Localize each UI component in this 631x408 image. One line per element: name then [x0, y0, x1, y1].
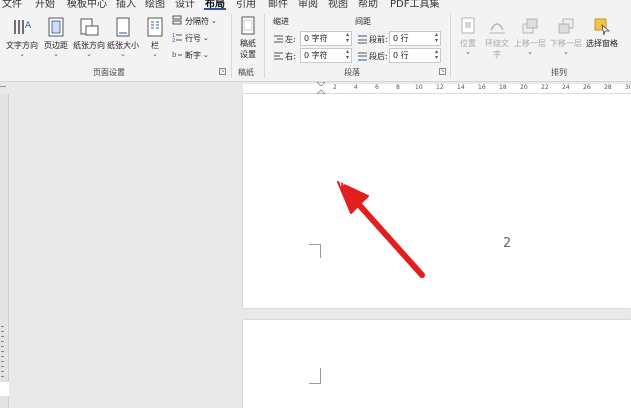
- margins-icon: [48, 17, 64, 37]
- bring-forward-icon: [522, 18, 538, 34]
- line-numbers-icon: 12: [172, 32, 182, 44]
- margins-button[interactable]: 页边距 ⌄: [40, 16, 72, 58]
- tab-template-center[interactable]: 模板中心: [67, 0, 107, 10]
- tab-review[interactable]: 审阅: [298, 0, 318, 10]
- position-icon: [461, 17, 475, 34]
- indent-left-label: 左:: [274, 34, 296, 45]
- wrap-text-button[interactable]: 环绕文 字: [482, 16, 512, 60]
- paragraph-launcher-icon[interactable]: ↘: [439, 68, 446, 75]
- group-divider: [231, 14, 232, 78]
- menu-bar: 文件 开始 模板中心 插入 绘图 设计 布局 引用 邮件 审阅 视图 帮助 PD…: [0, 0, 631, 10]
- page-number: 2: [503, 236, 512, 251]
- manuscript-icon: [241, 16, 255, 35]
- spacing-after-label: 段后:: [358, 51, 388, 62]
- svg-text:A: A: [25, 21, 32, 31]
- spacing-before-icon: [358, 35, 367, 44]
- wrap-text-icon: [489, 23, 505, 34]
- bring-forward-button[interactable]: 上移一层 ⌄: [512, 16, 548, 56]
- document-page[interactable]: 2: [243, 94, 631, 308]
- line-numbers-button[interactable]: 12 行号 ⌄: [172, 32, 209, 44]
- spinner-icon[interactable]: ▴ ▾: [346, 32, 349, 44]
- tab-mailings[interactable]: 邮件: [268, 0, 288, 10]
- document-page[interactable]: [243, 320, 631, 408]
- page-corner-mark: [309, 368, 321, 384]
- svg-text:2: 2: [172, 38, 175, 42]
- tab-insert[interactable]: 插入: [116, 0, 136, 10]
- selection-pane-icon: [594, 18, 611, 36]
- tab-file[interactable]: 文件: [2, 0, 22, 10]
- spacing-header: 间距: [355, 17, 371, 26]
- spacing-after-input[interactable]: 0 行 ▴ ▾: [389, 48, 441, 63]
- page-size-button[interactable]: 纸张大小 ⌄: [106, 16, 140, 58]
- ruler-area: 2 4 6 8 10 12 14 16 18 20 22 24 26 28 30: [0, 82, 631, 94]
- tab-pdf-tools[interactable]: PDF工具集: [390, 0, 439, 10]
- indent-right-label: 右:: [274, 51, 296, 62]
- spinner-icon[interactable]: ▴ ▾: [346, 49, 349, 61]
- spacing-after-icon: [358, 52, 367, 61]
- breaks-button[interactable]: 分隔符 ⌄: [172, 15, 217, 27]
- horizontal-ruler[interactable]: 2 4 6 8 10 12 14 16 18 20 22 24 26 28 30: [243, 84, 631, 93]
- tab-references[interactable]: 引用: [236, 0, 256, 10]
- position-button[interactable]: 位置 ⌄: [455, 16, 481, 56]
- hyphenation-icon: b: [172, 49, 182, 61]
- ribbon: A 文字方向 ⌄ 页边距 ⌄ 纸张方向 ⌄ 纸张大小 ⌄ 栏 ⌄ 分隔符 ⌄ 1…: [0, 10, 631, 82]
- text-direction-icon: A: [14, 20, 32, 34]
- orientation-button[interactable]: 纸张方向 ⌄: [72, 16, 106, 58]
- manuscript-group-label: 稿纸: [238, 68, 254, 77]
- spacing-before-input[interactable]: 0 行 ▴ ▾: [389, 31, 441, 46]
- page-size-icon: [116, 17, 130, 37]
- tab-view[interactable]: 视图: [328, 0, 348, 10]
- selection-pane-button[interactable]: 选择窗格: [584, 16, 620, 49]
- tab-design[interactable]: 设计: [175, 0, 195, 10]
- text-direction-button[interactable]: A 文字方向 ⌄: [4, 16, 40, 58]
- breaks-icon: [172, 15, 182, 27]
- arrange-group-label: 排列: [551, 68, 567, 77]
- page-setup-launcher-icon[interactable]: ↘: [219, 68, 226, 75]
- tab-draw[interactable]: 绘图: [145, 0, 165, 10]
- columns-button[interactable]: 栏 ⌄: [144, 16, 166, 58]
- orientation-icon: [80, 18, 99, 36]
- group-divider: [264, 14, 265, 78]
- paragraph-group-label: 段落: [344, 68, 360, 77]
- indent-right-icon: [274, 52, 283, 60]
- svg-text:b: b: [172, 51, 177, 59]
- indent-left-input[interactable]: 0 字符 ▴ ▾: [300, 31, 352, 46]
- manuscript-setup-button[interactable]: 稿纸 设置: [236, 16, 260, 60]
- hyphenation-button[interactable]: b 断字 ⌄: [172, 49, 209, 61]
- indent-marker-icon[interactable]: [316, 82, 326, 94]
- group-divider: [450, 14, 451, 78]
- indent-header: 缩进: [273, 17, 289, 26]
- send-backward-button[interactable]: 下移一层 ⌄: [548, 16, 584, 56]
- spinner-icon[interactable]: ▴ ▾: [435, 32, 438, 44]
- ruler-marker: [0, 86, 6, 87]
- tab-home[interactable]: 开始: [35, 0, 55, 10]
- vertical-ruler[interactable]: [0, 94, 9, 408]
- spacing-before-label: 段前:: [358, 34, 388, 45]
- send-backward-icon: [558, 18, 574, 34]
- page-setup-group-label: 页面设置: [93, 68, 125, 77]
- spinner-icon[interactable]: ▴ ▾: [435, 49, 438, 61]
- indent-left-icon: [274, 35, 283, 43]
- indent-right-input[interactable]: 0 字符 ▴ ▾: [300, 48, 352, 63]
- columns-icon: [147, 17, 163, 37]
- page-corner-mark: [309, 244, 321, 258]
- tab-help[interactable]: 帮助: [358, 0, 378, 10]
